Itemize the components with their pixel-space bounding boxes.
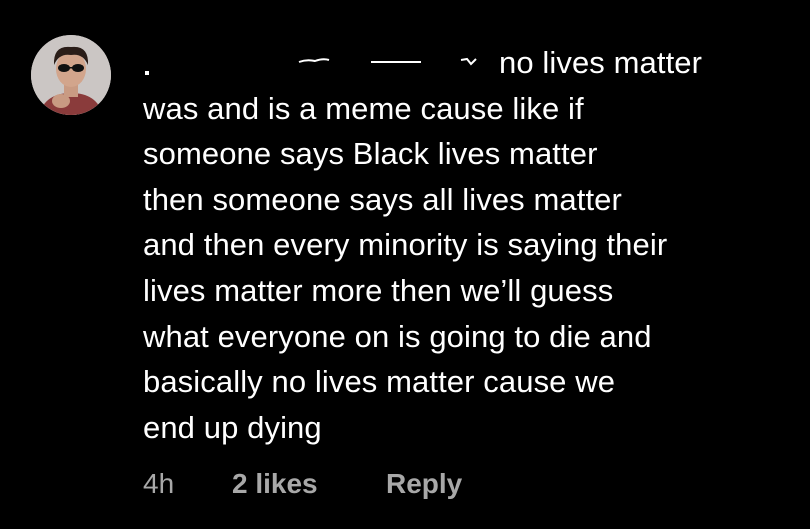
redacted-username[interactable] [143, 40, 503, 84]
comment-body: no lives matter was and is a meme cause … [143, 40, 803, 450]
redaction-scribble-icon [145, 57, 477, 75]
comment-line: someone says Black lives matter [143, 136, 598, 172]
comment-line: end up dying [143, 409, 322, 445]
likes-count-button[interactable]: 2 likes [232, 466, 318, 502]
reply-button[interactable]: Reply [386, 466, 462, 502]
comment-text: no lives matter was and is a meme cause … [143, 40, 803, 450]
comment-line: what everyone on is going to die and [143, 318, 652, 354]
avatar[interactable] [31, 35, 111, 115]
comment-row: no lives matter was and is a meme cause … [0, 0, 810, 529]
comment-line: basically no lives matter cause we [143, 364, 616, 400]
comment-line: and then every minority is saying their [143, 227, 668, 263]
comment-line: lives matter more then we’ll guess [143, 272, 614, 308]
comment-timestamp: 4h [143, 468, 175, 499]
comment-line: was and is a meme cause like if [143, 90, 584, 126]
comment-line: then someone says all lives matter [143, 181, 622, 217]
user-avatar-icon [31, 35, 111, 115]
